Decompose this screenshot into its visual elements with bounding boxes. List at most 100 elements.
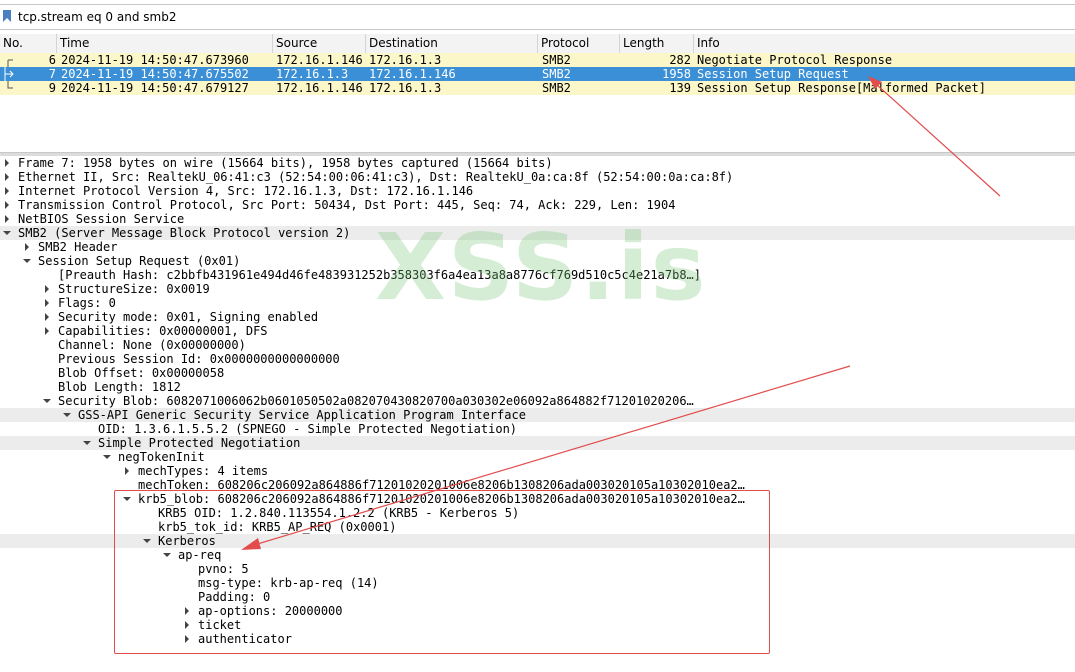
column-header-no[interactable]: No. <box>0 34 57 53</box>
tree-item-session-setup-request[interactable]: Session Setup Request (0x01) <box>0 254 1075 268</box>
annotation-highlight-box <box>114 490 770 654</box>
collapse-arrow-icon[interactable] <box>22 254 32 268</box>
packet-no: 9 <box>48 81 56 95</box>
tree-item-label: StructureSize: 0x0019 <box>58 282 210 296</box>
packet-protocol: SMB2 <box>542 81 571 95</box>
collapse-arrow-icon[interactable] <box>2 226 12 240</box>
packet-protocol: SMB2 <box>542 53 571 67</box>
tree-item-label: Security mode: 0x01, Signing enabled <box>58 310 319 324</box>
packet-destination: 172.16.1.3 <box>369 81 442 95</box>
packet-row[interactable]: 9 2024-11-19 14:50:47.679127 172.16.1.14… <box>0 81 1075 95</box>
tree-item-netbios[interactable]: NetBIOS Session Service <box>0 212 1075 226</box>
tree-item-label: Flags: 0 <box>58 296 116 310</box>
tree-item-label: negTokenInit <box>118 450 205 464</box>
tree-item-structure-size[interactable]: StructureSize: 0x0019 <box>0 282 1075 296</box>
tree-item-label: Transmission Control Protocol, Src Port:… <box>18 198 676 212</box>
conversation-line-icon <box>7 59 13 67</box>
tree-item-ipv4[interactable]: Internet Protocol Version 4, Src: 172.16… <box>0 184 1075 198</box>
collapse-arrow-icon[interactable] <box>62 408 72 422</box>
expand-arrow-icon[interactable] <box>42 296 52 310</box>
tree-item-label: Security Blob: 6082071006062b0601050502a… <box>58 394 694 408</box>
column-header-length[interactable]: Length <box>620 34 694 53</box>
tree-item-preauth-hash[interactable]: [Preauth Hash: c2bbfb431961e494d46fe4839… <box>0 268 1075 282</box>
packet-time: 2024-11-19 14:50:47.679127 <box>61 81 249 95</box>
display-filter-input[interactable] <box>18 8 1068 26</box>
column-header-source[interactable]: Source <box>273 34 366 53</box>
tree-item-label: Blob Length: 1812 <box>58 380 181 394</box>
request-arrow-icon <box>4 67 14 81</box>
packet-info: Negotiate Protocol Response <box>697 53 893 67</box>
packet-length: 282 <box>669 53 691 67</box>
expand-arrow-icon[interactable] <box>122 464 132 478</box>
packet-source: 172.16.1.146 <box>276 53 363 67</box>
tree-item-security-blob[interactable]: Security Blob: 6082071006062b0601050502a… <box>0 394 1075 408</box>
tree-item-spnego[interactable]: Simple Protected Negotiation <box>0 436 1075 450</box>
expand-arrow-icon[interactable] <box>22 240 32 254</box>
collapse-arrow-icon[interactable] <box>102 450 112 464</box>
expand-arrow-icon[interactable] <box>42 282 52 296</box>
tree-item-ethernet[interactable]: Ethernet II, Src: RealtekU_06:41:c3 (52:… <box>0 170 1075 184</box>
tree-item-label: Previous Session Id: 0x0000000000000000 <box>58 352 340 366</box>
tree-item-label: Session Setup Request (0x01) <box>38 254 241 268</box>
tree-item-label: Internet Protocol Version 4, Src: 172.16… <box>18 184 474 198</box>
expand-arrow-icon[interactable] <box>2 156 12 170</box>
display-filter-bar <box>0 4 1075 30</box>
tree-item-previous-session-id[interactable]: Previous Session Id: 0x0000000000000000 <box>0 352 1075 366</box>
tree-item-gss-api[interactable]: GSS-API Generic Security Service Applica… <box>0 408 1075 422</box>
tree-item-blob-length[interactable]: Blob Length: 1812 <box>0 380 1075 394</box>
expand-arrow-icon[interactable] <box>42 324 52 338</box>
tree-item-label: [Preauth Hash: c2bbfb431961e494d46fe4839… <box>58 268 701 282</box>
packet-destination: 172.16.1.3 <box>369 53 442 67</box>
tree-item-label: GSS-API Generic Security Service Applica… <box>78 408 526 422</box>
packet-length: 1958 <box>662 67 691 81</box>
packet-info: Session Setup Response[Malformed Packet] <box>697 81 986 95</box>
tree-item-oid[interactable]: OID: 1.3.6.1.5.5.2 (SPNEGO - Simple Prot… <box>0 422 1075 436</box>
packet-no: 7 <box>48 67 56 81</box>
tree-item-label: Blob Offset: 0x00000058 <box>58 366 225 380</box>
tree-item-label: Ethernet II, Src: RealtekU_06:41:c3 (52:… <box>18 170 734 184</box>
tree-item-label: Channel: None (0x00000000) <box>58 338 246 352</box>
expand-arrow-icon[interactable] <box>2 184 12 198</box>
bookmark-icon[interactable] <box>3 10 11 22</box>
tree-item-label: NetBIOS Session Service <box>18 212 185 226</box>
packet-source: 172.16.1.146 <box>276 81 363 95</box>
tree-item-channel[interactable]: Channel: None (0x00000000) <box>0 338 1075 352</box>
expand-arrow-icon[interactable] <box>2 212 12 226</box>
tree-item-negtokeninit[interactable]: negTokenInit <box>0 450 1075 464</box>
expand-arrow-icon[interactable] <box>42 310 52 324</box>
packet-destination: 172.16.1.146 <box>369 67 456 81</box>
tree-item-security-mode[interactable]: Security mode: 0x01, Signing enabled <box>0 310 1075 324</box>
tree-item-tcp[interactable]: Transmission Control Protocol, Src Port:… <box>0 198 1075 212</box>
tree-item-smb2[interactable]: SMB2 (Server Message Block Protocol vers… <box>0 226 1075 240</box>
tree-item-label: OID: 1.3.6.1.5.5.2 (SPNEGO - Simple Prot… <box>98 422 518 436</box>
packet-time: 2024-11-19 14:50:47.673960 <box>61 53 249 67</box>
tree-item-frame[interactable]: Frame 7: 1958 bytes on wire (15664 bits)… <box>0 156 1075 170</box>
tree-item-label: mechTypes: 4 items <box>138 464 269 478</box>
packet-row[interactable]: 6 2024-11-19 14:50:47.673960 172.16.1.14… <box>0 53 1075 67</box>
packet-source: 172.16.1.3 <box>276 67 349 81</box>
tree-item-mechtypes[interactable]: mechTypes: 4 items <box>0 464 1075 478</box>
tree-item-label: Capabilities: 0x00000001, DFS <box>58 324 268 338</box>
column-header-protocol[interactable]: Protocol <box>538 34 620 53</box>
column-header-time[interactable]: Time <box>57 34 273 53</box>
packet-time: 2024-11-19 14:50:47.675502 <box>61 67 249 81</box>
packet-row-selected[interactable]: 7 2024-11-19 14:50:47.675502 172.16.1.3 … <box>0 67 1075 81</box>
expand-arrow-icon[interactable] <box>2 198 12 212</box>
column-header-info[interactable]: Info <box>694 34 1075 53</box>
packet-length: 139 <box>669 81 691 95</box>
collapse-arrow-icon[interactable] <box>42 394 52 408</box>
collapse-arrow-icon[interactable] <box>82 436 92 450</box>
tree-item-flags[interactable]: Flags: 0 <box>0 296 1075 310</box>
packet-info: Session Setup Request <box>697 67 849 81</box>
tree-item-label: Simple Protected Negotiation <box>98 436 301 450</box>
expand-arrow-icon[interactable] <box>2 170 12 184</box>
tree-item-smb2-header[interactable]: SMB2 Header <box>0 240 1075 254</box>
packet-no: 6 <box>48 53 56 67</box>
tree-item-capabilities[interactable]: Capabilities: 0x00000001, DFS <box>0 324 1075 338</box>
packet-protocol: SMB2 <box>542 67 571 81</box>
column-header-destination[interactable]: Destination <box>366 34 538 53</box>
packet-list-header: No. Time Source Destination Protocol Len… <box>0 34 1075 54</box>
tree-item-blob-offset[interactable]: Blob Offset: 0x00000058 <box>0 366 1075 380</box>
conversation-line-icon <box>7 81 13 89</box>
tree-item-label: SMB2 (Server Message Block Protocol vers… <box>18 226 351 240</box>
